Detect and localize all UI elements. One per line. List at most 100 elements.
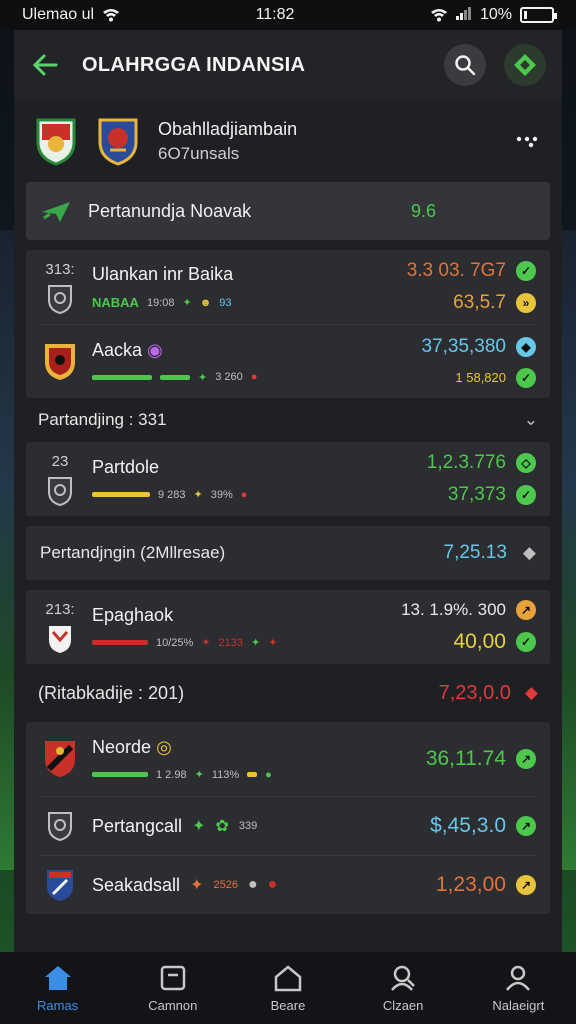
status-icon[interactable]: ✓	[516, 367, 536, 388]
section-label: Pertandjngin (2Mllresae)	[40, 543, 226, 562]
progress-bar	[160, 374, 190, 380]
section-value: 7,25.13	[443, 542, 507, 563]
leaf-icon: ✿	[215, 818, 229, 835]
arrow-icon: ✦	[190, 877, 204, 894]
red-dot-icon: ✦	[268, 637, 278, 649]
away-crest-icon	[96, 116, 140, 166]
match-title: Obahlladjiambain	[158, 118, 298, 139]
status-icon[interactable]: ↗	[516, 749, 536, 769]
team-name: Aacka ◉	[92, 339, 163, 360]
user-search-icon	[391, 965, 416, 991]
status-icon[interactable]: ↗	[516, 600, 536, 620]
nav-item-home[interactable]: Ramas	[8, 964, 108, 1013]
diamond-icon	[514, 54, 536, 76]
match-card-1[interactable]: 313: Ulankan inr Baika NABAA 19:08 ✦ ☻ 9…	[26, 250, 550, 398]
match-card-3[interactable]: 213: Epaghaok 10/25% ✦ 2133 ✦ ✦ 13. 1.9%…	[26, 590, 550, 664]
arrow-icon: ✦	[192, 818, 206, 835]
table-row[interactable]: Pertangcall ✦ ✿ 339 $,45,3.0 ↗	[40, 797, 536, 855]
table-row[interactable]: 23 Partdole 9 283 ✦ 39% ● 1,2.3.776 ◇ 37,…	[40, 442, 536, 516]
action-button[interactable]	[504, 44, 546, 86]
match-card-2[interactable]: 23 Partdole 9 283 ✦ 39% ● 1,2.3.776 ◇ 37,…	[26, 442, 550, 516]
nav-label: Ramas	[37, 997, 79, 1013]
status-icon[interactable]: ✓	[516, 485, 536, 505]
app-header: OLAHRGGA INDANSIA	[14, 30, 562, 100]
arrow-icon: ✦	[198, 371, 208, 384]
progress-bar	[92, 772, 148, 777]
team-name: Partdole	[92, 457, 160, 477]
plane-icon	[42, 202, 70, 222]
table-row[interactable]: Neorde ◎ 1 2.98 ✦ 113% ● 36,11.74 ↗	[40, 722, 536, 796]
status-icon[interactable]: ◆	[516, 336, 536, 357]
status-icon[interactable]: »	[516, 293, 536, 313]
shield-icon	[48, 812, 72, 841]
section-value: 7,23,0.0	[438, 681, 511, 704]
stat-a: 19:08	[146, 296, 175, 309]
diamond-icon[interactable]: ◆	[525, 683, 538, 703]
team-name: Pertangcall	[92, 815, 183, 836]
team-name: Neorde ◎	[92, 737, 172, 757]
row-value-1: 3.3 03. 7G7	[406, 260, 506, 281]
nav-label: Camnon	[148, 997, 198, 1013]
stat-a: 10/25%	[156, 636, 194, 649]
team-crest-icon	[45, 343, 75, 380]
section-header[interactable]: Partandjing : 331 ⌄	[14, 398, 562, 442]
table-row[interactable]: Seakadsall ✦ 2526 ● ● 1,23,00 ↗	[40, 856, 536, 914]
nav-item-search-user[interactable]: Clzaen	[353, 964, 453, 1013]
shield-icon	[48, 284, 72, 314]
bottom-navigation: Ramas Camnon Beare Clzaen Nalaeigrt	[0, 952, 576, 1024]
section-header[interactable]: Pertandjngin (2Mllresae) 7,25.13 ◆	[26, 526, 550, 580]
status-icon[interactable]: ↗	[516, 816, 536, 836]
status-icon[interactable]: ✓	[516, 632, 536, 652]
stat-b: 113%	[211, 768, 240, 781]
team-name: Ulankan inr Baika	[92, 264, 234, 284]
progress-bar	[92, 640, 148, 645]
table-row[interactable]: 313: Ulankan inr Baika NABAA 19:08 ✦ ☻ 9…	[40, 250, 536, 324]
row-value-1: 13. 1.9%. 300	[401, 600, 506, 619]
status-icon[interactable]: ↗	[516, 875, 536, 895]
profile-icon	[506, 965, 531, 991]
status-icon[interactable]: ✓	[516, 261, 536, 281]
home-crest-icon	[34, 116, 78, 166]
row-value-2: 1 58,820	[455, 370, 506, 385]
nav-label: Nalaeigrt	[492, 997, 545, 1013]
smile-icon: ☻	[199, 296, 212, 309]
section-header[interactable]: (Ritabkadije : 201) 7,23,0.0 ◆	[14, 664, 562, 722]
search-button[interactable]	[444, 44, 486, 86]
badge-icon: ◎	[156, 737, 172, 757]
house-icon	[274, 964, 302, 991]
progress-bar	[92, 374, 152, 380]
mini-bar	[247, 772, 258, 777]
highlight-banner[interactable]: Pertanundja Noavak 9.6	[26, 182, 550, 240]
more-options-icon[interactable]	[512, 134, 542, 148]
team-code: NABAA	[92, 295, 139, 310]
diamond-icon[interactable]: ◆	[523, 543, 536, 563]
back-button[interactable]	[30, 50, 60, 80]
progress-bar	[92, 492, 150, 497]
table-row[interactable]: Aacka ◉ ✦ 3 260 ● 37,35,380 ◆ 1 58,820 ✓	[40, 324, 536, 398]
calendar-icon	[160, 965, 186, 990]
nav-item-calendar[interactable]: Camnon	[123, 964, 223, 1013]
battery-icon	[519, 7, 557, 23]
home-icon	[44, 965, 71, 990]
stat-a: 9 283	[158, 488, 186, 501]
chevron-down-icon[interactable]: ⌄	[524, 410, 538, 430]
row-value-2: 63,5.7	[453, 292, 506, 313]
team-crest-icon	[47, 870, 73, 901]
red-dot-icon: ●	[240, 488, 248, 501]
match-card-4[interactable]: Neorde ◎ 1 2.98 ✦ 113% ● 36,11.74 ↗ Pert…	[26, 722, 550, 914]
team-name: Seakadsall	[92, 874, 181, 895]
leaf-icon: ●	[265, 768, 272, 781]
app-window: OLAHRGGA INDANSIA Obahlladjiambain 6O7un…	[14, 30, 562, 952]
nav-label: Beare	[270, 997, 306, 1013]
search-icon	[455, 55, 476, 76]
banner-value: 9.6	[410, 200, 436, 221]
carrier-text: Ulemao ul	[22, 6, 95, 23]
team-name: Epaghaok	[92, 605, 174, 625]
nav-item-house[interactable]: Beare	[238, 964, 338, 1013]
nav-item-profile[interactable]: Nalaeigrt	[468, 964, 568, 1013]
stat-b: 93	[219, 296, 232, 309]
table-row[interactable]: 213: Epaghaok 10/25% ✦ 2133 ✦ ✦ 13. 1.9%…	[40, 590, 536, 664]
row-value: $,45,3.0	[430, 814, 506, 837]
row-value: 36,11.74	[425, 747, 506, 770]
status-icon[interactable]: ◇	[516, 453, 536, 473]
